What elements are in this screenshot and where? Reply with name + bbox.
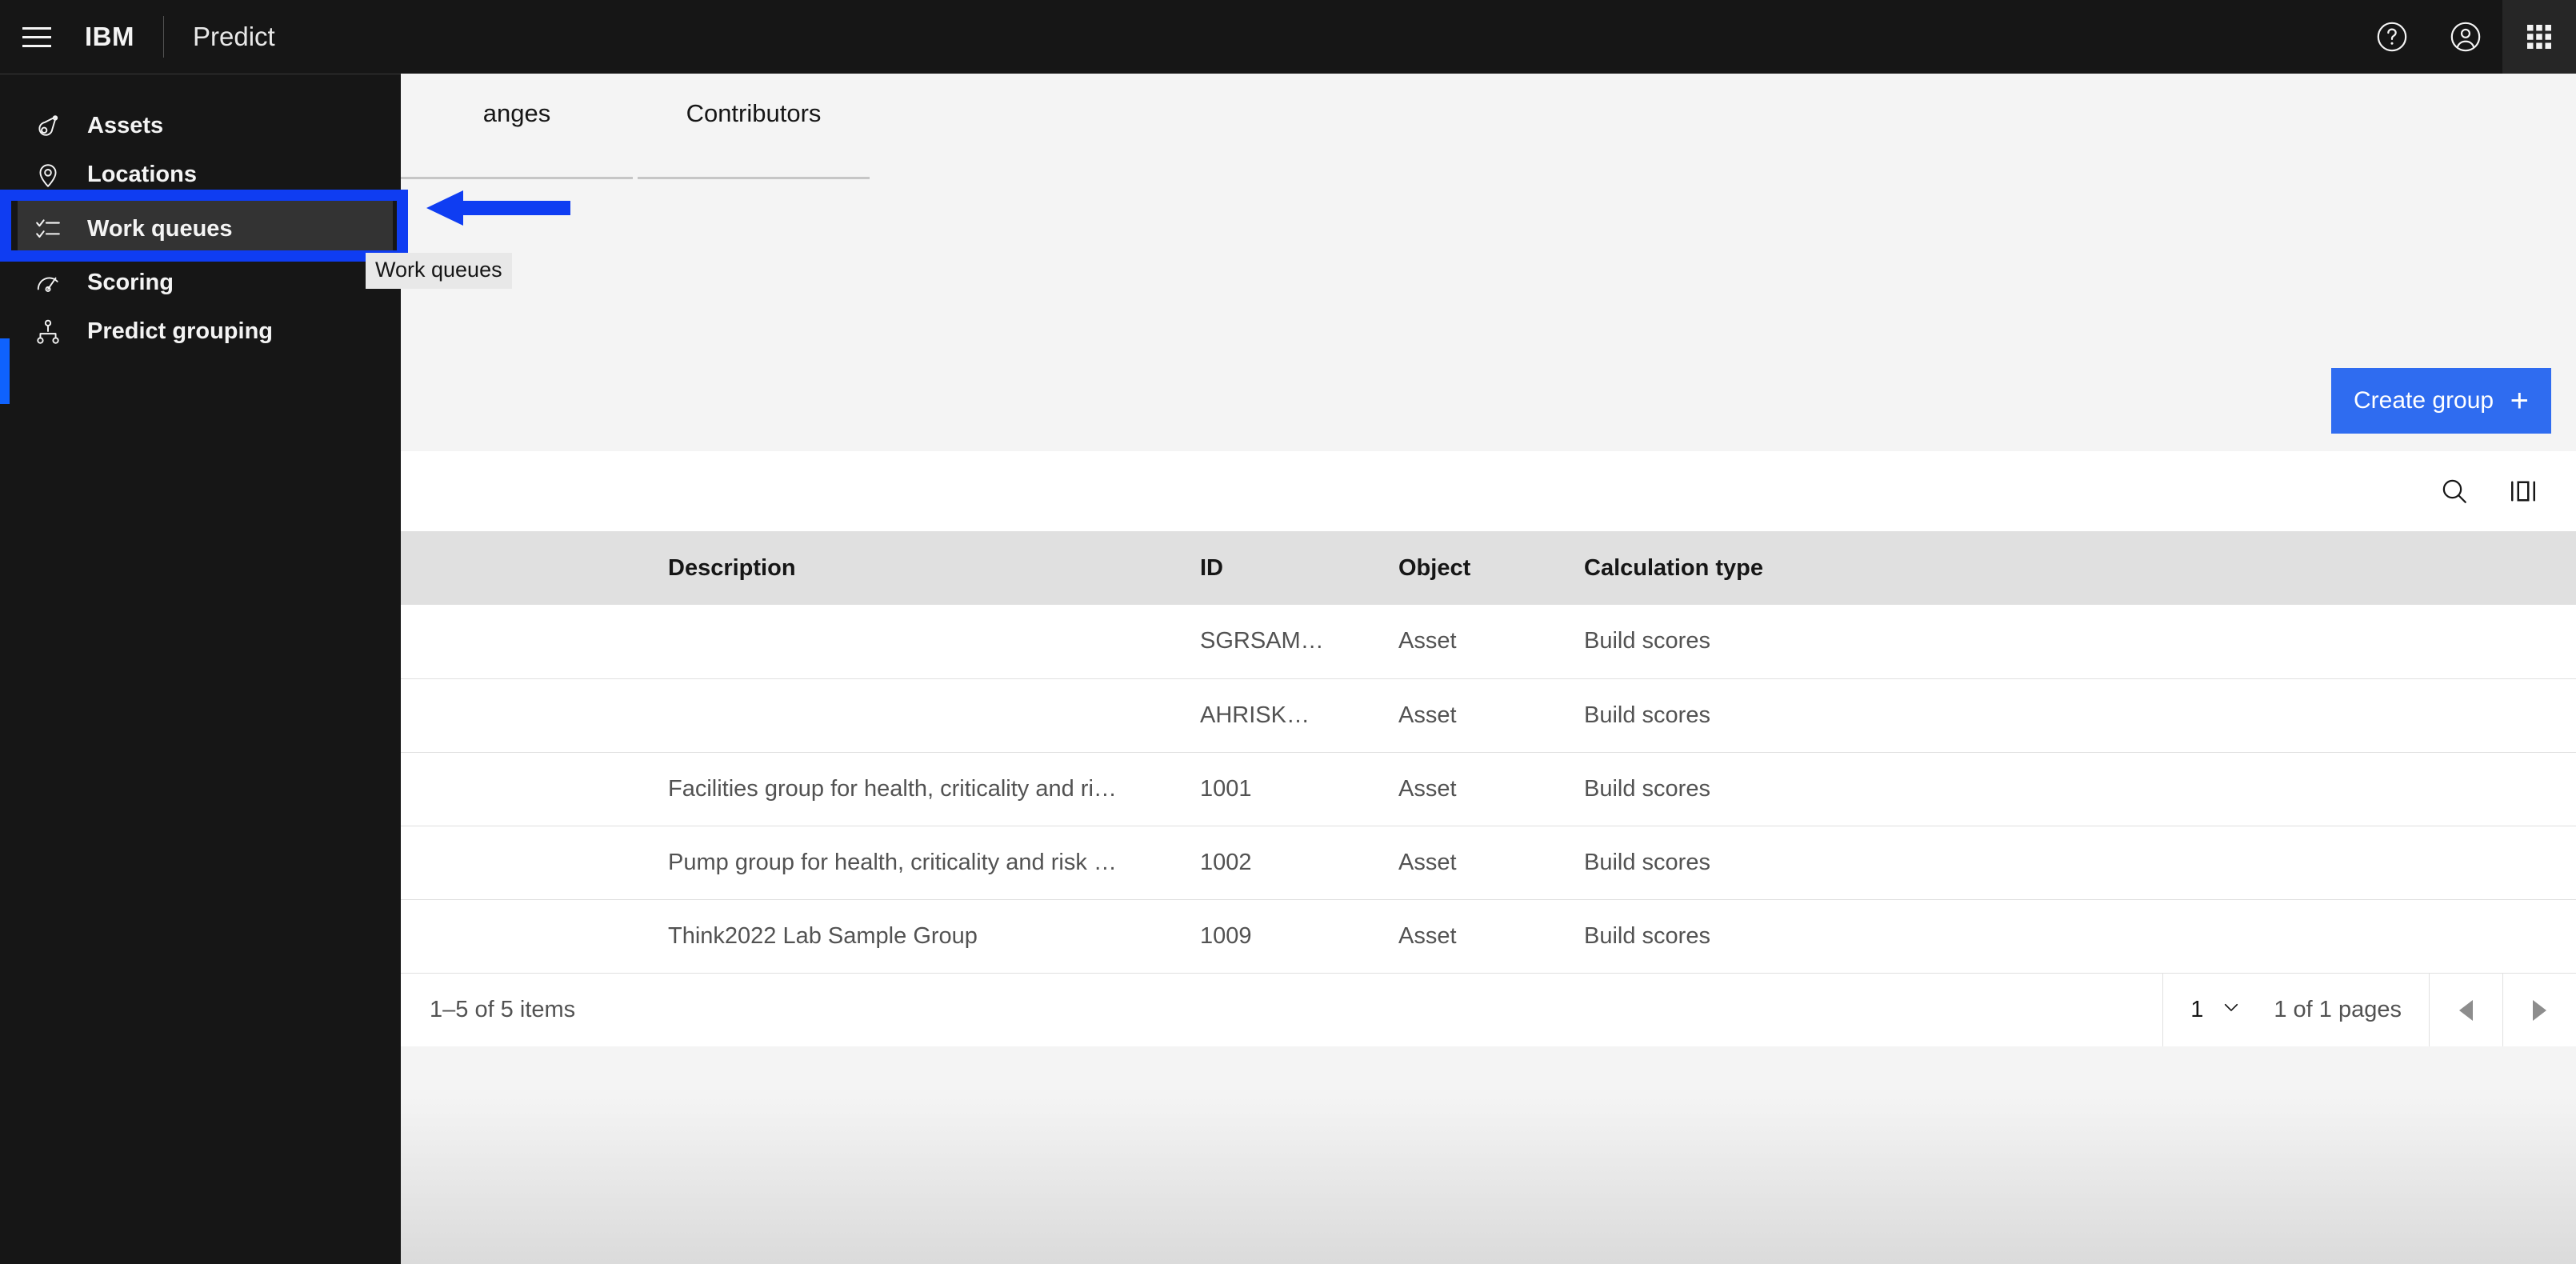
column-header-id[interactable]: ID: [1189, 531, 1387, 605]
column-header-object[interactable]: Object: [1387, 531, 1573, 605]
tab-label: anges: [482, 98, 551, 127]
hamburger-menu-icon[interactable]: [0, 0, 74, 74]
sidebar-item-label: Locations: [87, 162, 197, 187]
pagination-controls: 1 1 of 1 pages: [2162, 974, 2576, 1046]
cell-calculation-type: Build scores: [1573, 678, 2576, 752]
work-queues-table: Description ID Object Calculation type S…: [401, 531, 2576, 973]
create-group-button[interactable]: Create group +: [2331, 368, 2551, 434]
column-settings-icon[interactable]: [2507, 475, 2539, 507]
caret-left-icon[interactable]: [2429, 974, 2502, 1046]
table-row[interactable]: AHRISK… Asset Build scores: [401, 678, 2576, 752]
cell-select[interactable]: [401, 825, 657, 899]
sidebar-item-assets[interactable]: Assets: [0, 102, 401, 150]
plus-icon: +: [2510, 383, 2529, 418]
cell-calculation-type: Build scores: [1573, 605, 2576, 678]
caret-right-icon[interactable]: [2502, 974, 2576, 1046]
gauge-icon: [30, 266, 66, 301]
cell-object: Asset: [1387, 898, 1573, 973]
cell-id: 1001: [1189, 751, 1387, 826]
asset-tag-icon: [30, 109, 66, 144]
cell-description: [657, 605, 1189, 678]
cell-object: Asset: [1387, 678, 1573, 752]
sidebar-item-label: Predict grouping: [87, 318, 273, 344]
create-group-label: Create group: [2354, 387, 2494, 414]
cell-description: Think2022 Lab Sample Group: [657, 898, 1189, 973]
header-actions: [2355, 0, 2576, 74]
location-pin-icon: [30, 158, 66, 193]
help-circle-icon[interactable]: [2355, 0, 2429, 74]
cell-select[interactable]: [401, 751, 657, 826]
column-header-calculation-type[interactable]: Calculation type: [1573, 531, 2576, 605]
search-icon[interactable]: [2438, 475, 2470, 507]
tab-label: Contributors: [686, 98, 822, 127]
table-row[interactable]: SGRSAM… Asset Build scores: [401, 605, 2576, 678]
cell-description: Pump group for health, criticality and r…: [657, 825, 1189, 899]
checklist-icon: [30, 211, 66, 246]
page-number-segment: 1 1 of 1 pages: [2162, 974, 2429, 1046]
column-header-description[interactable]: Description: [657, 531, 1189, 605]
nav-selected-accent-bar: [0, 338, 10, 404]
sidebar-item-label: Assets: [87, 113, 164, 138]
cell-select[interactable]: [401, 678, 657, 752]
caret-right-glyph: [2533, 999, 2546, 1021]
tab-bar: anges Contributors: [401, 74, 870, 179]
page-number-select[interactable]: 1: [2190, 997, 2242, 1024]
work-queues-table-card: Description ID Object Calculation type S…: [401, 451, 2576, 1046]
sidebar-item-work-queues[interactable]: Work queues: [18, 199, 393, 258]
cell-object: Asset: [1387, 751, 1573, 826]
pagination-items-range: 1–5 of 5 items: [430, 997, 576, 1022]
tab-ranges[interactable]: anges: [401, 74, 633, 179]
sidebar-item-locations[interactable]: Locations: [0, 150, 401, 199]
table-toolbar: [401, 451, 2576, 531]
sidebar-item-predict-grouping[interactable]: Predict grouping: [0, 307, 401, 356]
cell-object: Asset: [1387, 825, 1573, 899]
main-content: anges Contributors Create group + Descri…: [401, 74, 2576, 1264]
cell-select[interactable]: [401, 605, 657, 678]
nav-list: Assets Locations Work queues Scoring Pre…: [0, 74, 401, 356]
product-name-label: Predict: [193, 22, 275, 51]
page-number-value: 1: [2190, 997, 2204, 1022]
hierarchy-icon: [30, 314, 66, 350]
chevron-down-icon: [2221, 997, 2242, 1024]
cell-calculation-type: Build scores: [1573, 825, 2576, 899]
table-header-row: Description ID Object Calculation type: [401, 531, 2576, 605]
cell-id: 1009: [1189, 898, 1387, 973]
table-header: Description ID Object Calculation type: [401, 531, 2576, 605]
sidebar-item-scoring[interactable]: Scoring: [0, 258, 401, 307]
cell-calculation-type: Build scores: [1573, 898, 2576, 973]
table-pagination: 1–5 of 5 items 1 1 of 1 pages: [401, 973, 2576, 1046]
table-row[interactable]: Facilities group for health, criticality…: [401, 751, 2576, 826]
global-header: IBM Predict: [0, 0, 2576, 74]
app-root: IBM Predict anges Contributors Create gr…: [0, 0, 2576, 1264]
ibm-brand-label: IBM: [85, 22, 134, 51]
cell-description: [657, 678, 1189, 752]
sidebar-item-label: Work queues: [87, 215, 233, 242]
table-row[interactable]: Pump group for health, criticality and r…: [401, 825, 2576, 899]
app-grid-icon[interactable]: [2502, 0, 2576, 74]
pages-total-label: 1 of 1 pages: [2274, 997, 2402, 1022]
table-body: SGRSAM… Asset Build scores AHRISK… Asset…: [401, 605, 2576, 973]
caret-left-glyph: [2459, 999, 2473, 1021]
cell-select[interactable]: [401, 898, 657, 973]
cell-id: SGRSAM…: [1189, 605, 1387, 678]
cell-id: 1002: [1189, 825, 1387, 899]
column-header-select[interactable]: [401, 531, 657, 605]
work-queues-tooltip: Work queues: [366, 253, 512, 289]
user-avatar-icon[interactable]: [2429, 0, 2502, 74]
tab-contributors[interactable]: Contributors: [638, 74, 870, 179]
cell-object: Asset: [1387, 605, 1573, 678]
cell-calculation-type: Build scores: [1573, 751, 2576, 826]
cell-id: AHRISK…: [1189, 678, 1387, 752]
cell-description: Facilities group for health, criticality…: [657, 751, 1189, 826]
left-navigation: Assets Locations Work queues Scoring Pre…: [0, 74, 401, 1264]
sidebar-item-label: Scoring: [87, 270, 174, 295]
table-row[interactable]: Think2022 Lab Sample Group 1009 Asset Bu…: [401, 898, 2576, 973]
header-divider: [163, 16, 164, 58]
